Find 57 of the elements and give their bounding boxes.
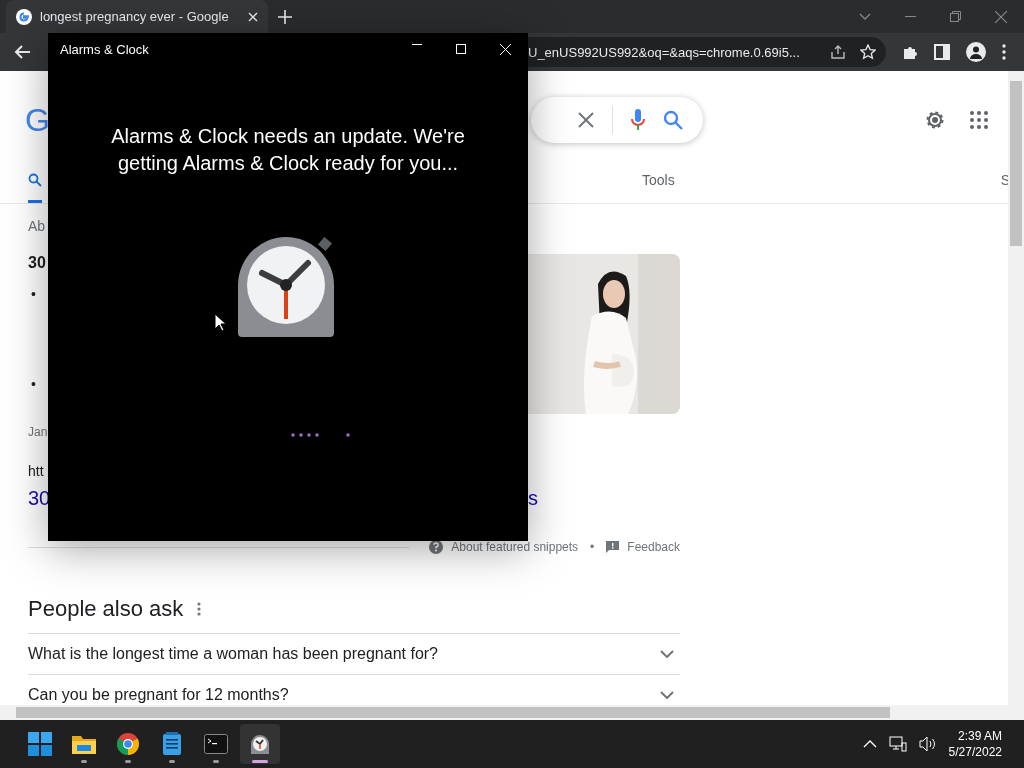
- minimize-icon[interactable]: [412, 43, 422, 46]
- maximize-icon[interactable]: [456, 43, 466, 54]
- chevron-up-icon[interactable]: [862, 740, 877, 748]
- clear-icon[interactable]: [577, 112, 594, 128]
- chevron-down-icon[interactable]: [660, 691, 674, 699]
- google-logo[interactable]: G: [25, 101, 50, 139]
- result-link[interactable]: s: [528, 487, 538, 510]
- result-url: htt: [28, 463, 44, 479]
- nav-tab[interactable]: Tools: [642, 167, 675, 203]
- taskbar-app[interactable]: [240, 724, 280, 764]
- snippet-date: Jan: [28, 425, 48, 439]
- network-icon[interactable]: [888, 736, 907, 752]
- feedback-icon[interactable]: [606, 541, 620, 553]
- about-snippets-link[interactable]: About featured snippets: [451, 540, 579, 554]
- volume-icon[interactable]: [918, 736, 937, 752]
- profile-icon[interactable]: [966, 42, 986, 62]
- star-icon[interactable]: [860, 44, 876, 60]
- restore-icon[interactable]: [950, 11, 961, 22]
- puzzle-icon[interactable]: [902, 44, 918, 60]
- list-bullet: •: [31, 376, 36, 392]
- chevron-down-icon[interactable]: [859, 12, 871, 21]
- feedback-link[interactable]: Feedback: [627, 540, 680, 554]
- back-arrow-icon[interactable]: [14, 45, 30, 59]
- search-icon[interactable]: [662, 110, 683, 130]
- address-bar[interactable]: U_enUS992US992&oq=&aqs=chrome.0.69i5...: [528, 37, 886, 67]
- separator-dot: •: [590, 540, 595, 554]
- loading-indicator: [291, 433, 351, 437]
- cursor-icon: [214, 313, 226, 332]
- section-title: People also ask: [28, 596, 184, 622]
- clock-icon: [248, 732, 272, 756]
- terminal-icon: [204, 734, 228, 754]
- snippet-heading: 30: [28, 254, 46, 272]
- chevron-down-icon[interactable]: [660, 650, 674, 658]
- about-text: Ab: [28, 218, 46, 234]
- side-panel-icon[interactable]: [934, 44, 950, 60]
- list-bullet: •: [31, 286, 36, 302]
- google-icon: [16, 8, 32, 25]
- update-message: Alarms & Clock needs an update. We're getting Alarms & Clock ready for you...: [110, 124, 466, 176]
- notepad-icon: [162, 732, 182, 756]
- new-tab-icon[interactable]: [278, 9, 292, 24]
- folder-icon: [71, 733, 97, 755]
- start-icon[interactable]: [28, 732, 52, 756]
- question-item[interactable]: Can you be pregnant for 12 months?: [28, 686, 289, 704]
- chrome-icon: [116, 732, 140, 756]
- more-options-icon[interactable]: [197, 602, 202, 616]
- microphone-icon[interactable]: [630, 109, 645, 131]
- horizontal-scrollbar[interactable]: [0, 705, 1024, 720]
- apps-grid-icon[interactable]: [970, 111, 988, 129]
- window-title: Alarms & Clock: [60, 41, 150, 57]
- help-icon[interactable]: [429, 540, 444, 554]
- browser-tab[interactable]: longest pregnancy ever - Google: [6, 0, 268, 33]
- share-icon[interactable]: [830, 44, 846, 60]
- question-item[interactable]: What is the longest time a woman has been pregnant for?: [28, 645, 438, 663]
- vertical-scrollbar[interactable]: [1008, 71, 1024, 705]
- settings-icon[interactable]: [924, 109, 946, 131]
- system-clock[interactable]: 2:39 AM 5/27/2022: [948, 728, 1002, 760]
- menu-icon[interactable]: [1002, 44, 1006, 60]
